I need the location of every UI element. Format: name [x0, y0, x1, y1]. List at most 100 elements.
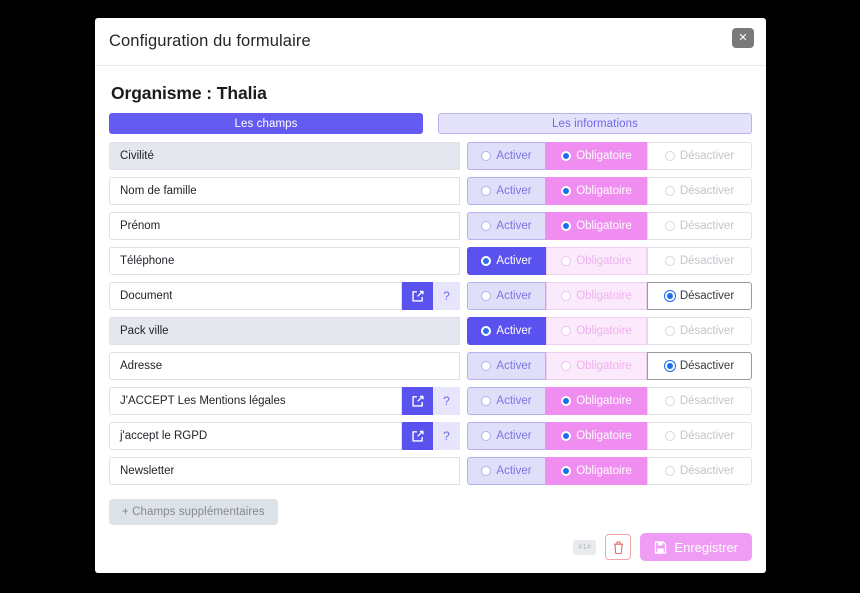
radio-dot-icon	[665, 326, 675, 336]
radio-dot-icon	[481, 396, 491, 406]
form-configuration-modal: Configuration du formulaire ✕ Organisme …	[95, 18, 766, 573]
radio-dot-icon	[481, 151, 491, 161]
close-icon[interactable]: ✕	[732, 28, 754, 48]
table-row: AdresseActiverObligatoireDésactiver	[109, 352, 752, 380]
radio-activer[interactable]: Activer	[467, 422, 546, 450]
field-label-cell: Civilité	[109, 142, 460, 170]
table-row: CivilitéActiver Obligatoire Désactiver	[109, 142, 752, 170]
radio-obligatoire[interactable]: Obligatoire	[546, 247, 647, 275]
field-label: Prénom	[110, 220, 160, 232]
radio-activer[interactable]: Activer	[467, 387, 546, 415]
radio-desactiver[interactable]: Désactiver	[647, 317, 752, 345]
radio-dot-icon	[561, 186, 571, 196]
field-label: Pack ville	[110, 325, 169, 337]
radio-obligatoire[interactable]: Obligatoire	[546, 317, 647, 345]
field-state-radio-group: Activer ObligatoireDésactiver	[467, 282, 752, 310]
delete-button[interactable]	[605, 534, 631, 560]
radio-obligatoire[interactable]: Obligatoire	[546, 387, 647, 415]
radio-label: Obligatoire	[576, 430, 632, 442]
field-label-cell: Adresse	[109, 352, 460, 380]
radio-obligatoire[interactable]: Obligatoire	[546, 177, 647, 205]
radio-desactiver[interactable]: Désactiver	[647, 352, 752, 380]
radio-label: Obligatoire	[576, 395, 632, 407]
radio-dot-icon	[665, 361, 675, 371]
field-state-radio-group: ActiverObligatoireDésactiver	[467, 352, 752, 380]
edit-field-button[interactable]	[402, 387, 433, 415]
radio-activer[interactable]: Activer	[467, 177, 546, 205]
save-button[interactable]: Enregistrer	[640, 533, 752, 561]
radio-dot-icon	[665, 431, 675, 441]
radio-obligatoire[interactable]: Obligatoire	[546, 457, 647, 485]
radio-activer[interactable]: Activer	[467, 212, 546, 240]
radio-obligatoire[interactable]: Obligatoire	[546, 142, 647, 170]
help-field-button[interactable]: ?	[433, 282, 460, 310]
edit-square-icon	[411, 395, 424, 408]
radio-dot-icon	[665, 396, 675, 406]
table-row: Document? Activer ObligatoireDésactiver	[109, 282, 752, 310]
radio-dot-icon	[561, 221, 571, 231]
radio-label: Désactiver	[680, 325, 734, 337]
radio-dot-icon	[561, 431, 571, 441]
edit-square-icon	[411, 430, 424, 443]
radio-dot-icon	[665, 256, 675, 266]
field-label-cell: j'accept le RGPD	[109, 422, 402, 450]
field-label-cell: Document	[109, 282, 402, 310]
trash-icon	[613, 541, 624, 554]
radio-label: Activer	[496, 465, 531, 477]
field-label: J'ACCEPT Les Mentions légales	[110, 395, 286, 407]
radio-desactiver[interactable]: Désactiver	[647, 247, 752, 275]
radio-desactiver[interactable]: Désactiver	[647, 177, 752, 205]
radio-activer[interactable]: Activer	[467, 317, 546, 345]
radio-dot-icon	[561, 466, 571, 476]
radio-dot-icon	[561, 291, 571, 301]
radio-obligatoire[interactable]: Obligatoire	[546, 212, 647, 240]
radio-label: Obligatoire	[576, 255, 632, 267]
radio-desactiver[interactable]: Désactiver	[647, 387, 752, 415]
radio-label: Activer	[496, 290, 531, 302]
edit-field-button[interactable]	[402, 422, 433, 450]
radio-activer[interactable]: Activer	[467, 282, 546, 310]
radio-label: Obligatoire	[576, 150, 632, 162]
radio-activer[interactable]: Activer	[467, 352, 546, 380]
floppy-disk-icon	[654, 541, 667, 554]
field-rows-list: CivilitéActiverObligatoireDésactiverNom …	[109, 142, 752, 485]
radio-dot-icon	[665, 151, 675, 161]
radio-activer[interactable]: Activer	[467, 457, 546, 485]
radio-desactiver[interactable]: Désactiver	[647, 422, 752, 450]
radio-activer[interactable]: Activer	[467, 247, 546, 275]
radio-dot-icon	[561, 396, 571, 406]
radio-label: Désactiver	[680, 430, 734, 442]
screen-background: Configuration du formulaire ✕ Organisme …	[0, 0, 860, 593]
radio-label: Obligatoire	[576, 325, 632, 337]
edit-field-button[interactable]	[402, 282, 433, 310]
radio-dot-icon	[481, 466, 491, 476]
radio-activer[interactable]: Activer	[467, 142, 546, 170]
radio-obligatoire[interactable]: Obligatoire	[546, 282, 647, 310]
table-row: NewsletterActiverObligatoireDésactiver	[109, 457, 752, 485]
help-field-button[interactable]: ?	[433, 387, 460, 415]
radio-dot-icon	[481, 326, 491, 336]
radio-label: Activer	[496, 395, 531, 407]
radio-label: Désactiver	[680, 255, 734, 267]
page-title: Configuration du formulaire	[109, 32, 311, 51]
radio-dot-icon	[561, 256, 571, 266]
radio-desactiver[interactable]: Désactiver	[647, 212, 752, 240]
radio-label: Obligatoire	[576, 465, 632, 477]
add-extra-fields-button[interactable]: + Champs supplémentaires	[109, 499, 278, 525]
radio-label: Désactiver	[680, 395, 734, 407]
radio-desactiver[interactable]: Désactiver	[647, 457, 752, 485]
tab-les-informations[interactable]: Les informations	[438, 113, 752, 134]
radio-desactiver[interactable]: Désactiver	[647, 142, 752, 170]
modal-header: Configuration du formulaire ✕	[95, 18, 766, 66]
tab-les-champs[interactable]: Les champs	[109, 113, 423, 134]
radio-obligatoire[interactable]: Obligatoire	[546, 422, 647, 450]
radio-dot-icon	[481, 256, 491, 266]
field-label-cell: Pack ville	[109, 317, 460, 345]
help-field-button[interactable]: ?	[433, 422, 460, 450]
radio-dot-icon	[481, 291, 491, 301]
table-row: J'ACCEPT Les Mentions légales? Activer Obl…	[109, 387, 752, 415]
radio-desactiver[interactable]: Désactiver	[647, 282, 752, 310]
radio-label: Désactiver	[680, 150, 734, 162]
field-label-cell: J'ACCEPT Les Mentions légales	[109, 387, 402, 415]
radio-obligatoire[interactable]: Obligatoire	[546, 352, 647, 380]
